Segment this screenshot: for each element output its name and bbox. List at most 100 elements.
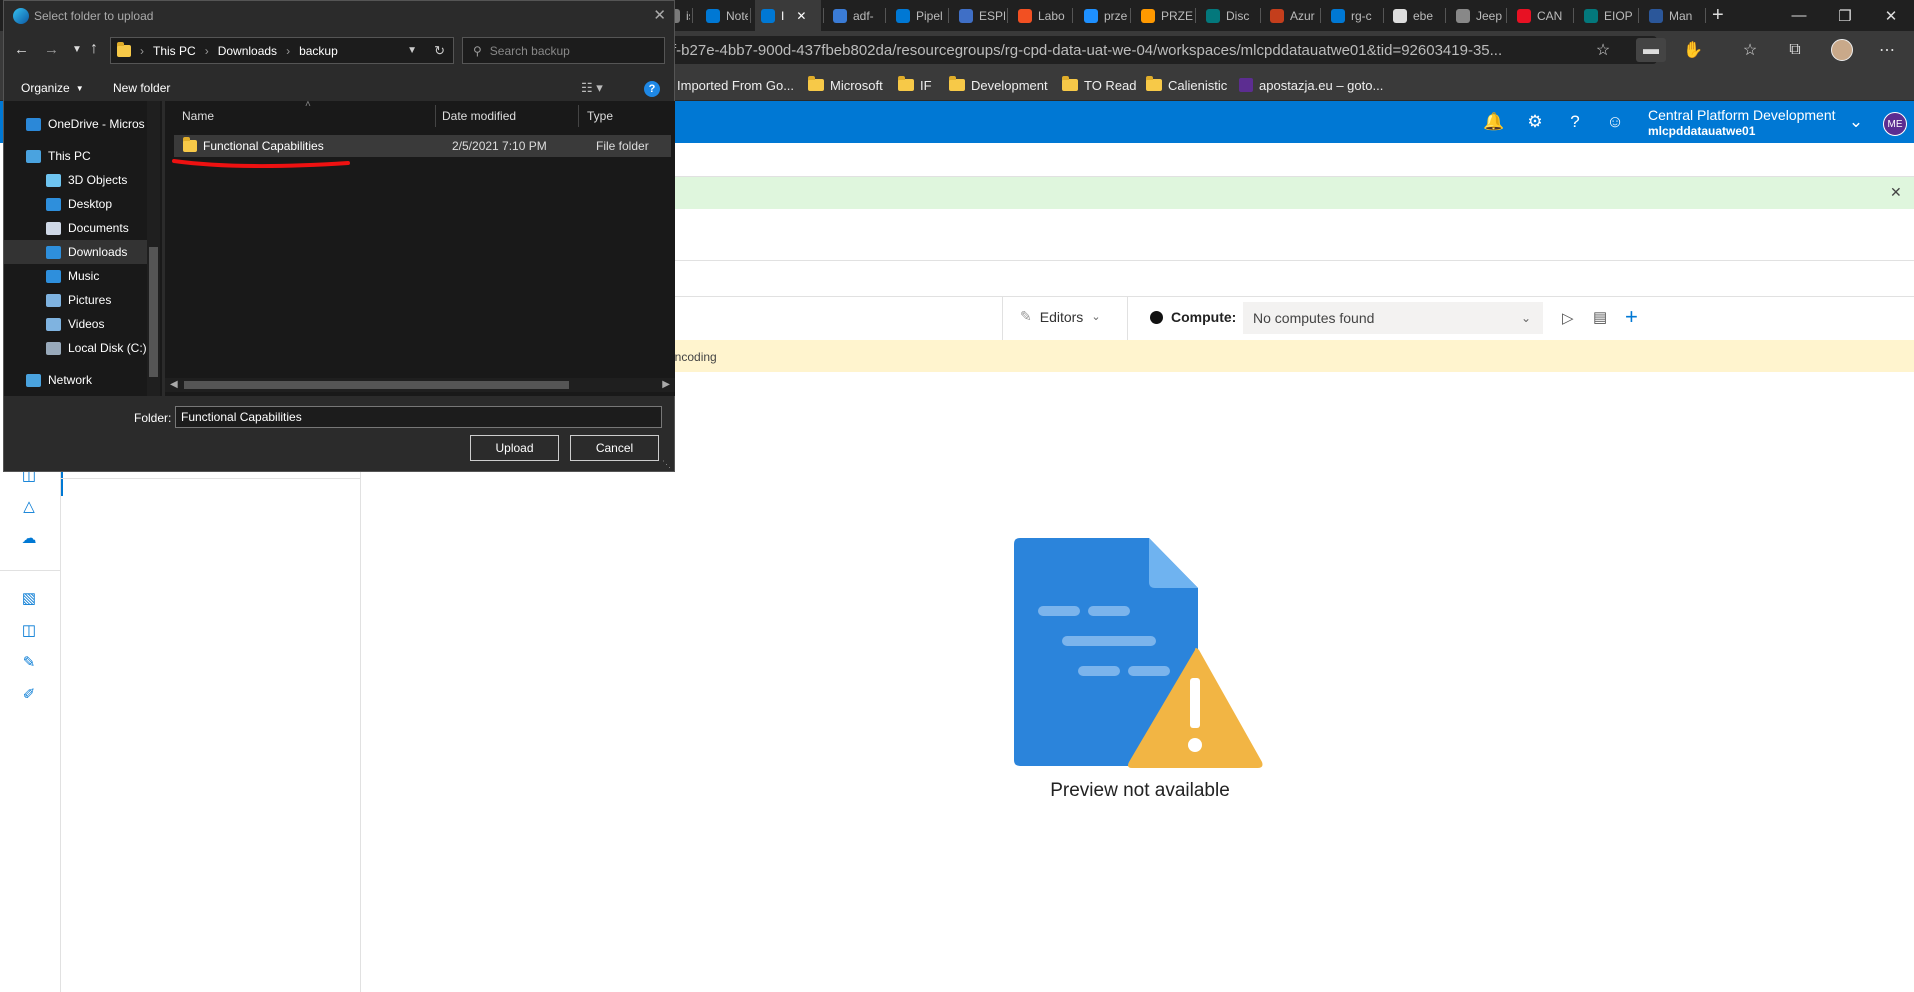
editors-dropdown[interactable]: ✎ Editors ⌄ [1020, 308, 1101, 325]
bookmark-item[interactable]: Calienistic [1146, 69, 1227, 101]
cube-icon[interactable]: △ [19, 496, 39, 516]
browser-tab[interactable]: I ✕ [755, 0, 821, 31]
browser-tab[interactable]: Pipel [890, 0, 946, 31]
browser-tab[interactable]: Note [700, 0, 748, 31]
browser-tab[interactable]: rg-c [1325, 0, 1381, 31]
browser-tab[interactable]: Man [1643, 0, 1703, 31]
tab-label: Jeep [1476, 8, 1503, 23]
directory-switcher[interactable]: Central Platform Development mlcpddataua… [1648, 107, 1836, 139]
breadcrumb-item[interactable]: Downloads [218, 44, 277, 58]
bookmark-item[interactable]: apostazja.eu – goto... [1239, 69, 1383, 101]
nav-item[interactable]: Desktop [4, 192, 149, 216]
breadcrumb[interactable]: › This PC › Downloads › backup ▼ ↻ [110, 37, 454, 64]
upload-button[interactable]: Upload [470, 435, 559, 461]
column-header-type[interactable]: Type [587, 109, 613, 123]
nav-item[interactable]: Pictures [4, 288, 149, 312]
refresh-icon[interactable]: ↻ [434, 43, 445, 59]
breadcrumb-item[interactable]: This PC [153, 44, 196, 58]
column-header-name[interactable]: Name [182, 109, 214, 123]
horizontal-scrollbar[interactable]: ◀ ▶ [165, 378, 675, 392]
bookmark-item[interactable]: IF [898, 69, 932, 101]
nav-scrollbar[interactable] [147, 101, 160, 396]
extension-icon[interactable]: ▬ [1636, 38, 1666, 62]
browser-tab[interactable]: Labo [1012, 0, 1070, 31]
browser-tab[interactable]: Jeep [1450, 0, 1504, 31]
url-text: f-b27e-4bb7-900d-437fbeb802da/resourcegr… [672, 41, 1503, 59]
tab-label: ebe [1413, 8, 1434, 23]
terminal-icon[interactable]: ▤ [1593, 308, 1607, 326]
browser-tab[interactable]: ESPE [953, 0, 1005, 31]
view-options-icon[interactable]: ☷ ▾ [581, 80, 603, 96]
folder-name-input[interactable]: Functional Capabilities [175, 406, 662, 428]
column-header-date[interactable]: Date modified [442, 109, 516, 123]
recent-locations-chevron-icon[interactable]: ▼ [72, 44, 82, 55]
browser-tab[interactable]: ebe [1387, 0, 1443, 31]
nav-item[interactable]: Videos [4, 312, 149, 336]
breadcrumb-item[interactable]: backup [299, 44, 338, 58]
linked-services-icon[interactable]: ✐ [19, 684, 39, 704]
organize-menu[interactable]: Organize ▼ [21, 81, 84, 95]
nav-item[interactable]: Downloads [4, 240, 149, 264]
chevron-down-icon[interactable]: ▼ [407, 45, 417, 56]
tracking-icon[interactable]: ✋ [1680, 38, 1706, 62]
scrollbar-thumb[interactable] [184, 381, 569, 389]
cancel-button[interactable]: Cancel [570, 435, 659, 461]
search-box[interactable]: ⚲ Search backup [462, 37, 665, 64]
bookmark-item[interactable]: Development [949, 69, 1048, 101]
scrollbar-thumb[interactable] [149, 247, 158, 377]
minimize-window-button[interactable]: — [1776, 0, 1822, 31]
scroll-left-icon[interactable]: ◀ [170, 379, 178, 390]
close-tab-icon[interactable]: ✕ [796, 9, 806, 23]
profile-avatar[interactable] [1829, 38, 1855, 62]
scroll-right-icon[interactable]: ▶ [662, 379, 670, 390]
collections-icon[interactable]: ⧉ [1782, 38, 1808, 62]
favorites-icon[interactable]: ☆ [1737, 38, 1763, 62]
resize-grip-icon[interactable]: ⋱ [662, 459, 671, 470]
run-play-icon[interactable]: ▷ [1562, 309, 1574, 327]
address-bar[interactable]: f-b27e-4bb7-900d-437fbeb802da/resourcegr… [660, 36, 1657, 64]
cloud-sync-icon[interactable]: ☁ [19, 528, 39, 548]
browser-tab[interactable]: Azur [1264, 0, 1318, 31]
nav-item-icon [46, 221, 61, 235]
up-arrow-icon[interactable]: ↑ [90, 40, 98, 58]
help-icon[interactable]: ? [1561, 108, 1589, 136]
new-tab-button[interactable]: + [1712, 0, 1738, 31]
restore-window-button[interactable]: ❐ [1822, 0, 1868, 31]
browser-tab[interactable]: CAN [1511, 0, 1571, 31]
nav-item[interactable]: OneDrive - Micros [4, 112, 149, 136]
bookmark-item[interactable]: Imported From Go... [677, 69, 794, 101]
nav-item[interactable]: 3D Objects [4, 168, 149, 192]
user-avatar[interactable]: ME [1883, 112, 1907, 136]
new-folder-button[interactable]: New folder [113, 81, 170, 95]
more-menu-icon[interactable]: ⋯ [1874, 38, 1900, 62]
nav-item[interactable]: Music [4, 264, 149, 288]
nav-item[interactable]: Documents [4, 216, 149, 240]
add-compute-icon[interactable]: + [1625, 304, 1638, 330]
favorite-star-icon[interactable]: ☆ [1590, 38, 1616, 62]
browser-tab[interactable]: Disc [1200, 0, 1258, 31]
edit-icon[interactable]: ✎ [19, 652, 39, 672]
folder-icon [949, 76, 965, 91]
forward-arrow-icon[interactable]: → [44, 41, 59, 58]
feedback-smiley-icon[interactable]: ☺ [1601, 108, 1629, 136]
nav-item[interactable]: Local Disk (C:) [4, 336, 149, 360]
browser-tab[interactable]: adf- [827, 0, 883, 31]
browser-tab[interactable]: EIOP [1578, 0, 1636, 31]
close-window-button[interactable]: ✕ [1868, 0, 1914, 31]
bookmark-item[interactable]: Microsoft [808, 69, 883, 101]
datastore-icon[interactable]: ◫ [19, 620, 39, 640]
browser-tab[interactable]: prze [1078, 0, 1128, 31]
nav-item[interactable]: Network [4, 368, 149, 392]
help-icon[interactable]: ? [644, 81, 660, 97]
compute-select[interactable]: No computes found ⌄ [1243, 302, 1543, 334]
compute-monitor-icon[interactable]: ▧ [19, 588, 39, 608]
close-banner-icon[interactable]: ✕ [1890, 184, 1902, 201]
settings-gear-icon[interactable]: ⚙ [1521, 108, 1549, 136]
back-arrow-icon[interactable]: ← [14, 41, 29, 58]
notifications-bell-icon[interactable]: 🔔 [1480, 108, 1508, 136]
bookmark-item[interactable]: TO Read [1062, 69, 1137, 101]
browser-tab[interactable]: PRZE [1135, 0, 1193, 31]
close-dialog-icon[interactable]: ✕ [653, 6, 666, 24]
chevron-down-icon[interactable]: ⌄ [1842, 108, 1870, 136]
nav-item[interactable]: This PC [4, 144, 149, 168]
